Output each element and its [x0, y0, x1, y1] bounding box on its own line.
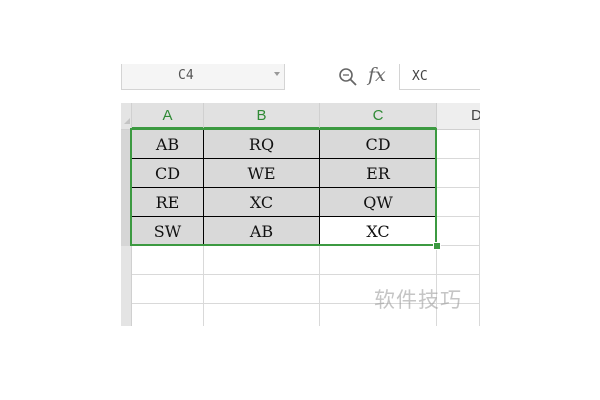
cell-a1[interactable]: AB [132, 130, 204, 159]
cell-a4[interactable]: SW [132, 217, 204, 246]
cell-b4[interactable]: AB [204, 217, 320, 246]
cell-a3[interactable]: RE [132, 188, 204, 217]
cell-a7[interactable] [132, 304, 204, 326]
select-all-corner[interactable] [121, 103, 132, 129]
fx-icon[interactable]: fx [368, 64, 386, 86]
cell-d5[interactable] [437, 246, 480, 275]
cell-a6[interactable] [132, 275, 204, 304]
cell-b2[interactable]: WE [204, 159, 320, 188]
cell-b6[interactable] [204, 275, 320, 304]
cell-d1[interactable] [437, 130, 480, 159]
cell-a2[interactable]: CD [132, 159, 204, 188]
cell-c4[interactable]: XC [320, 217, 437, 246]
formula-input[interactable]: XC [399, 64, 480, 90]
cell-c3[interactable]: QW [320, 188, 437, 217]
watermark: 软件技巧 [374, 288, 462, 312]
zoom-icon[interactable] [337, 66, 359, 88]
cell-b7[interactable] [204, 304, 320, 326]
cell-a5[interactable] [132, 246, 204, 275]
cell-b5[interactable] [204, 246, 320, 275]
cell-c5[interactable] [320, 246, 437, 275]
cell-c2[interactable]: ER [320, 159, 437, 188]
name-box[interactable]: C4 [121, 64, 285, 90]
chevron-down-icon[interactable] [274, 72, 280, 76]
name-box-value: C4 [178, 68, 194, 83]
column-header-row: A B C D [121, 103, 480, 130]
formula-value: XC [412, 69, 428, 84]
cell-b3[interactable]: XC [204, 188, 320, 217]
column-header-a[interactable]: A [132, 103, 204, 129]
column-header-c[interactable]: C [320, 103, 437, 129]
cell-c1[interactable]: CD [320, 130, 437, 159]
cell-d4[interactable] [437, 217, 480, 246]
column-header-d[interactable]: D [437, 103, 480, 129]
cell-d3[interactable] [437, 188, 480, 217]
fill-handle[interactable] [433, 242, 441, 250]
cell-b1[interactable]: RQ [204, 130, 320, 159]
column-header-b[interactable]: B [204, 103, 320, 129]
cell-d2[interactable] [437, 159, 480, 188]
row-header-selected[interactable] [121, 130, 132, 246]
